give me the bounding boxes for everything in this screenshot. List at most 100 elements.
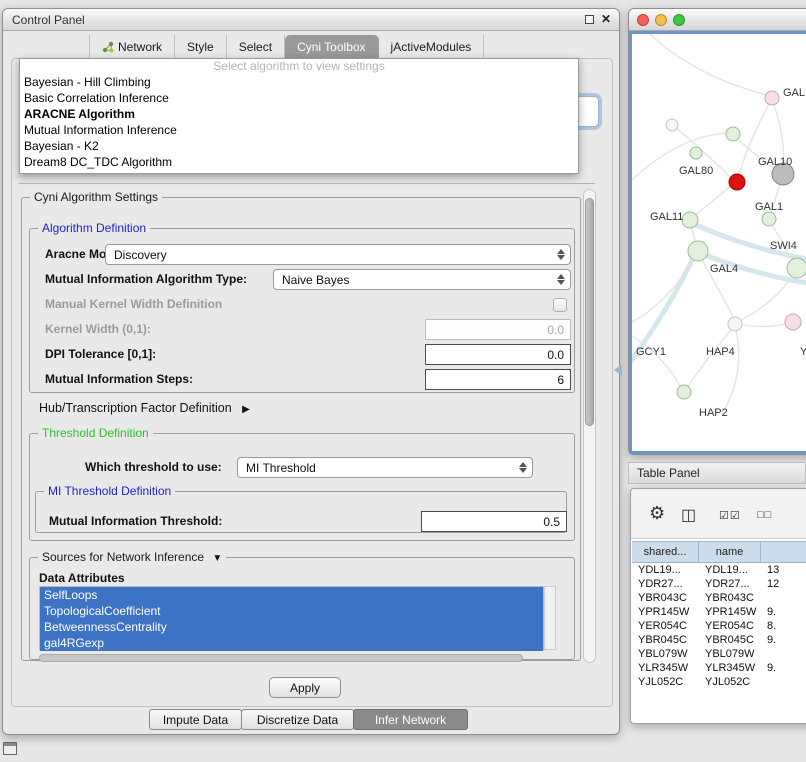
list-item[interactable]: TopologicalCoefficient [40,603,543,619]
tab-style[interactable]: Style [175,35,227,58]
table-cell[interactable]: YLR345W [699,661,761,675]
network-node[interactable] [682,212,698,228]
table-cell[interactable]: 9. [761,605,806,619]
list-item[interactable]: BetweennessCentrality [40,619,543,635]
network-node-label: GAL7 [783,87,806,99]
tab-cyni-toolbox[interactable]: Cyni Toolbox [285,35,378,58]
sources-toggle[interactable]: Sources for Network Inference ▼ [38,550,226,564]
table-cell[interactable]: YPR145W [632,605,699,619]
table-cell[interactable] [761,647,806,661]
group-title: Algorithm Definition [38,221,150,235]
table-cell[interactable]: 8. [761,619,806,633]
kernel-width-input[interactable] [425,319,571,340]
mi-type-label: Mutual Information Algorithm Type: [45,272,247,286]
table-panel-header[interactable]: Table Panel [628,462,806,484]
node-table: shared... name YDL19... YDL19... 13 YDR2… [632,541,806,689]
gear-icon[interactable]: ⚙ [649,503,665,524]
settings-scrollbar[interactable] [583,189,596,663]
column-header[interactable]: shared... [632,541,699,563]
panel-splitter-collapse-button[interactable] [614,364,622,376]
table-cell[interactable]: YER054C [699,619,761,633]
columns-icon[interactable]: ◫ [681,505,696,525]
panel-tabs: Network Style Select Cyni Toolbox jActiv… [89,35,484,58]
network-node[interactable] [729,174,745,190]
tab-select[interactable]: Select [227,35,285,58]
table-cell[interactable]: YER054C [632,619,699,633]
network-node[interactable] [787,258,806,278]
network-canvas[interactable]: GAL7GAL80GAL10GAL11GAL1SWI4GAL4GCY1HAP4Y… [629,31,806,454]
aracne-mode-select[interactable]: Discovery [105,244,571,265]
table-cell[interactable]: YBR043C [699,591,761,605]
tab-impute-data[interactable]: Impute Data [149,709,242,730]
network-node[interactable] [666,119,678,131]
close-icon[interactable]: ✕ [601,14,611,25]
select-all-checkboxes-icon[interactable]: ☑☑ [719,509,741,522]
tab-infer-network[interactable]: Infer Network [353,709,468,730]
table-cell[interactable]: YLR345W [632,661,699,675]
dropdown-item[interactable]: Bayesian - Hill Climbing [20,74,578,90]
table-cell[interactable] [761,591,806,605]
table-cell[interactable]: YDR27... [632,577,699,591]
network-node[interactable] [762,212,776,226]
mi-threshold-input[interactable] [421,511,567,532]
settings-scrollbar-thumb[interactable] [585,198,594,426]
network-node[interactable] [688,241,708,261]
table-cell[interactable]: YDR27... [699,577,761,591]
network-node-label: GAL4 [710,263,738,275]
mi-steps-label: Mutual Information Steps: [45,372,193,386]
manual-kernel-checkbox[interactable] [553,298,567,312]
network-node[interactable] [726,127,740,141]
dropdown-item-selected[interactable]: ARACNE Algorithm [20,106,578,122]
tab-network[interactable]: Network [89,35,175,58]
mi-steps-input[interactable] [425,369,571,390]
table-panel-window: ⚙ ◫ ☑☑ □□ shared... name YDL19... YDL19.… [630,488,806,724]
mi-type-select[interactable]: Naive Bayes [273,269,571,290]
minimize-traffic-light[interactable] [655,14,667,26]
list-item[interactable]: SelfLoops [40,587,543,603]
float-window-icon[interactable] [585,15,594,24]
table-cell[interactable]: 9. [761,633,806,647]
table-cell[interactable]: YBR043C [632,591,699,605]
table-cell[interactable] [761,675,806,689]
network-node[interactable] [690,147,702,159]
hidden-group-border [19,183,595,184]
table-cell[interactable]: 9. [761,661,806,675]
restore-panel-icon[interactable] [3,742,17,755]
network-node[interactable] [765,91,779,105]
table-cell[interactable]: YJL052C [699,675,761,689]
table-cell[interactable]: 12 [761,577,806,591]
hub-section-toggle[interactable]: Hub/Transcription Factor Definition ▶ [39,401,250,415]
dropdown-item[interactable]: Basic Correlation Inference [20,90,578,106]
network-node[interactable] [785,314,801,330]
attributes-list-scrollbar[interactable] [544,586,556,650]
table-cell[interactable]: YPR145W [699,605,761,619]
control-panel-titlebar[interactable]: Control Panel ✕ [3,9,619,31]
deselect-all-checkboxes-icon[interactable]: □□ [757,509,772,521]
list-item[interactable]: gal4RGexp [40,635,543,651]
attributes-list-hscrollbar[interactable] [39,654,523,662]
close-traffic-light[interactable] [637,14,649,26]
column-header[interactable] [761,541,806,563]
network-view-titlebar[interactable] [629,9,806,31]
dropdown-item[interactable]: Dream8 DC_TDC Algorithm [20,154,578,170]
apply-button[interactable]: Apply [269,677,341,698]
tab-discretize-data[interactable]: Discretize Data [241,709,354,730]
network-node[interactable] [728,317,742,331]
table-cell[interactable]: 13 [761,563,806,577]
table-cell[interactable]: YBR045C [699,633,761,647]
column-header[interactable]: name [699,541,761,563]
table-cell[interactable]: YBL079W [632,647,699,661]
table-cell[interactable]: YBL079W [699,647,761,661]
table-cell[interactable]: YBR045C [632,633,699,647]
dropdown-item[interactable]: Mutual Information Inference [20,122,578,138]
which-threshold-select[interactable]: MI Threshold [237,457,533,478]
network-node[interactable] [677,385,691,399]
dpi-tolerance-input[interactable] [425,344,571,365]
table-cell[interactable]: YDL19... [632,563,699,577]
tab-jactivemodules[interactable]: jActiveModules [379,35,485,58]
dropdown-item[interactable]: Bayesian - K2 [20,138,578,154]
table-cell[interactable]: YJL052C [632,675,699,689]
table-cell[interactable]: YDL19... [699,563,761,577]
network-node-label: Y [800,346,806,358]
zoom-traffic-light[interactable] [673,14,685,26]
